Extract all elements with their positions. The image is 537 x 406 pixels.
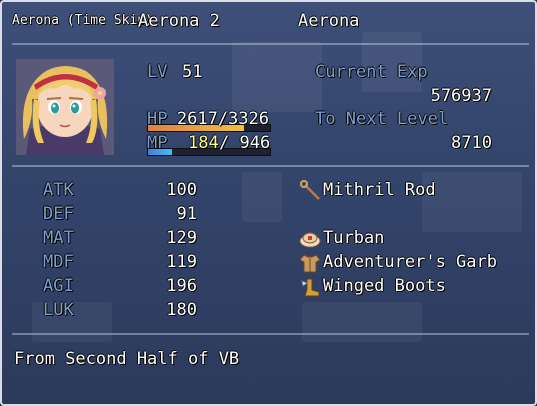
divider-bottom [12, 333, 529, 335]
param-label: AGI [43, 276, 74, 296]
level-value: 51 [182, 62, 203, 82]
next-level-value: 8710 [451, 133, 492, 153]
equipment-head: Turban [323, 228, 385, 248]
background-tile [242, 172, 282, 222]
param-label: LUK [43, 300, 74, 320]
status-window: Aerona (Time Skip) Aerona 2 Aerona LV 51… [0, 0, 537, 406]
divider-middle [12, 165, 529, 167]
param-label: MAT [43, 228, 74, 248]
next-level-label: To Next Level [315, 109, 449, 129]
background-tile [232, 42, 322, 112]
boots-icon [299, 277, 321, 297]
level-label: LV [147, 62, 168, 82]
face-image [16, 59, 114, 155]
param-value: 91 [176, 204, 197, 224]
staff-icon [299, 180, 321, 200]
actor-portrait [16, 59, 114, 155]
param-label: ATK [43, 180, 74, 200]
equipment-weapon: Mithril Rod [323, 180, 436, 200]
garb-icon [299, 253, 321, 273]
param-label: DEF [43, 204, 74, 224]
equipment-body: Adventurer's Garb [323, 252, 497, 272]
actor-class: Aerona [298, 11, 360, 31]
mp-label: MP [147, 133, 168, 153]
param-value: 100 [166, 180, 197, 200]
param-label: MDF [43, 252, 74, 272]
mp-current: 184 [188, 133, 219, 153]
actor-name: Aerona (Time Skip) [12, 13, 153, 28]
background-tile [422, 172, 522, 232]
hp-label: HP [147, 109, 168, 129]
current-exp-label: Current Exp [315, 62, 428, 82]
profile-text: From Second Half of VB [14, 349, 240, 369]
param-value: 129 [166, 228, 197, 248]
divider-top [12, 43, 529, 45]
mp-max: / 946 [219, 133, 271, 153]
param-value: 119 [166, 252, 197, 272]
turban-icon [299, 229, 321, 249]
param-value: 180 [166, 300, 197, 320]
actor-nickname: Aerona 2 [138, 11, 220, 31]
current-exp-value: 576937 [430, 86, 492, 106]
equipment-accessory: Winged Boots [323, 276, 446, 296]
background-tile [302, 302, 422, 342]
hp-value: 2617/3326 [176, 109, 269, 129]
param-value: 196 [166, 276, 197, 296]
